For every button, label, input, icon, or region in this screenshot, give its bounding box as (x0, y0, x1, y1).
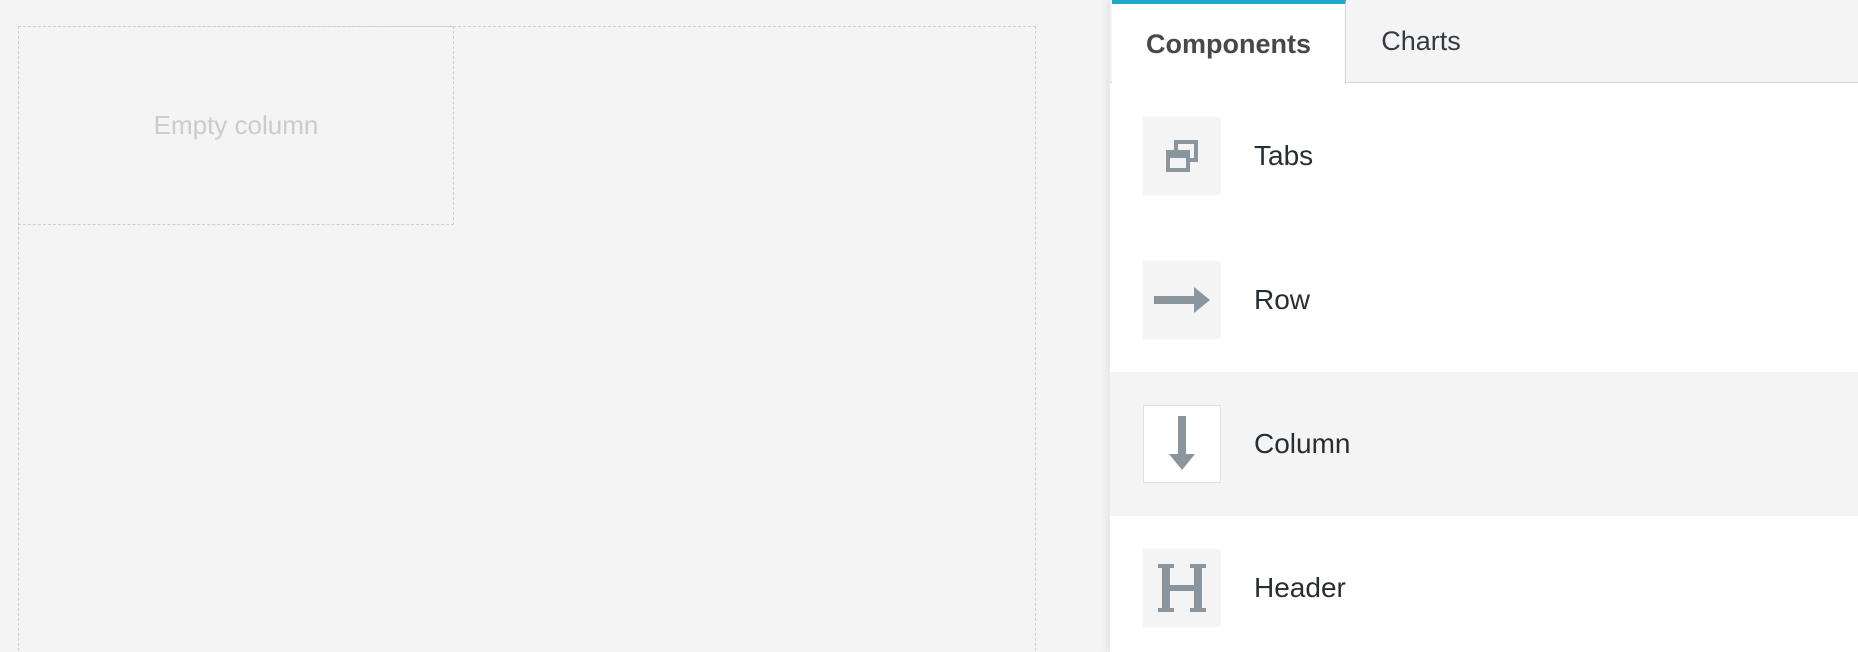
component-item-row[interactable]: Row (1110, 228, 1858, 372)
tabs-icon (1143, 117, 1221, 195)
empty-column-label: Empty column (153, 110, 319, 140)
empty-column[interactable]: Empty column (18, 26, 454, 225)
arrow-down-icon (1143, 405, 1221, 483)
component-item-tabs[interactable]: Tabs (1110, 84, 1858, 228)
component-item-header[interactable]: Header (1110, 516, 1858, 652)
insert-components-panel: Components Charts Tabs Row Column Header (1110, 0, 1858, 652)
tab-charts-label: Charts (1381, 26, 1461, 56)
dashboard-builder: Empty column Components Charts Tabs Row … (0, 0, 1858, 652)
dashboard-canvas[interactable]: Empty column (0, 0, 1110, 652)
panel-tabbar: Components Charts (1110, 0, 1858, 84)
component-item-label: Tabs (1254, 140, 1314, 171)
header-icon (1143, 549, 1221, 627)
tab-components[interactable]: Components (1112, 0, 1346, 84)
tab-components-label: Components (1146, 28, 1311, 59)
component-item-label: Row (1254, 284, 1311, 315)
tab-charts[interactable]: Charts (1347, 0, 1495, 83)
component-item-column[interactable]: Column (1110, 372, 1858, 516)
arrow-right-icon (1143, 261, 1221, 339)
component-item-label: Column (1254, 428, 1351, 459)
component-item-label: Header (1254, 572, 1346, 603)
